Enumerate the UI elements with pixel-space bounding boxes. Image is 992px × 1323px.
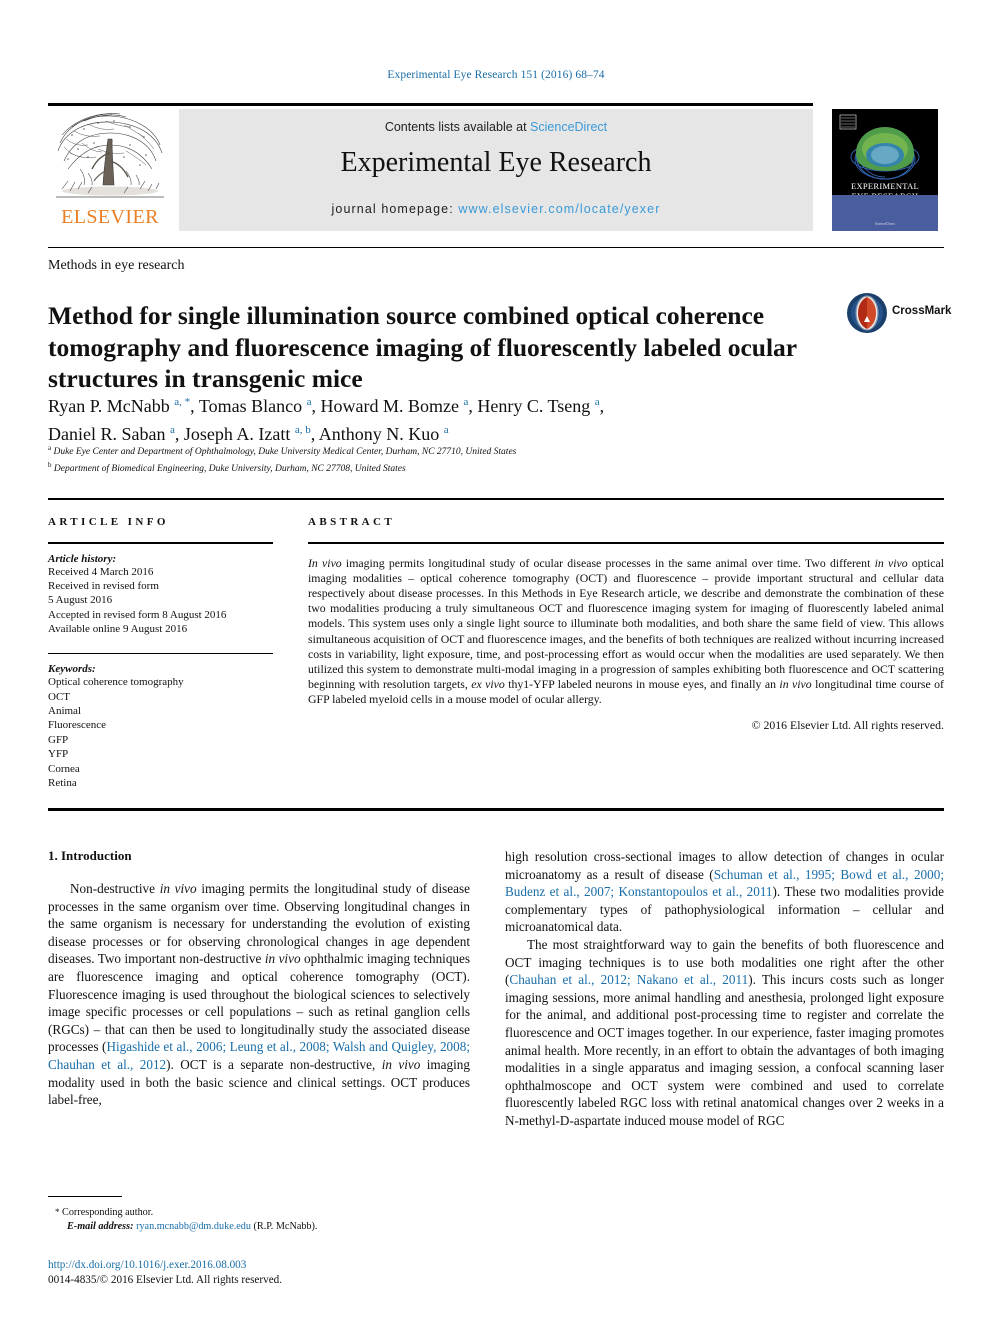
affiliation-b: b Department of Biomedical Engineering, … xyxy=(48,461,406,475)
info-block-bottom-rule xyxy=(48,808,944,811)
keywords-label: Keywords: xyxy=(48,663,96,676)
keyword-item: Animal xyxy=(48,705,81,718)
abstract-column: ABSTRACT In vivo imaging permits longitu… xyxy=(308,516,944,733)
body-column-right: high resolution cross-sectional images t… xyxy=(505,848,944,1130)
journal-masthead: ELSEVIER Contents lists available at Sci… xyxy=(48,103,944,231)
masthead-top-rule xyxy=(48,103,813,106)
abstract-heading: ABSTRACT xyxy=(308,516,396,528)
cover-publisher-text: ScienceDirect xyxy=(874,222,896,226)
corresponding-author-line: * Corresponding author. xyxy=(55,1205,475,1220)
author-list: Ryan P. McNabb a, *, Tomas Blanco a, How… xyxy=(48,390,838,446)
footnote-block: * Corresponding author. E-mail address: … xyxy=(55,1205,475,1234)
keywords-rule xyxy=(48,652,273,655)
running-head: Experimental Eye Research 151 (2016) 68–… xyxy=(387,69,605,81)
sciencedirect-link[interactable]: ScienceDirect xyxy=(530,120,607,134)
affiliation-a-text: Duke Eye Center and Department of Ophtha… xyxy=(53,447,517,458)
history-item: Received 4 March 2016 xyxy=(48,565,154,578)
info-block-top-rule xyxy=(48,498,944,500)
cover-title-line1: EXPERIMENTAL xyxy=(850,181,920,191)
intro-paragraph-right-2: The most straightforward way to gain the… xyxy=(505,936,944,1128)
doi-link[interactable]: http://dx.doi.org/10.1016/j.exer.2016.08… xyxy=(48,1258,488,1273)
author-line-1: Ryan P. McNabb a, *, Tomas Blanco a, How… xyxy=(48,396,605,416)
corresponding-author-marker: * xyxy=(55,1207,60,1217)
issn-copyright-line: 0014-4835/© 2016 Elsevier Ltd. All right… xyxy=(48,1274,283,1286)
affiliations: a Duke Eye Center and Department of Opht… xyxy=(48,442,838,476)
page-title: Method for single illumination source co… xyxy=(48,301,797,394)
affiliation-a: a Duke Eye Center and Department of Opht… xyxy=(48,444,517,458)
doi-block: http://dx.doi.org/10.1016/j.exer.2016.08… xyxy=(48,1258,488,1288)
abstract-rule xyxy=(308,542,944,544)
article-info-column: ARTICLE INFO Article history: Received 4… xyxy=(48,516,273,790)
keyword-item: Optical coherence tomography xyxy=(48,676,184,689)
elsevier-logo: ELSEVIER xyxy=(50,109,170,231)
title-top-rule xyxy=(48,247,944,248)
crossmark-icon xyxy=(847,293,887,333)
article-info-heading: ARTICLE INFO xyxy=(48,516,169,528)
cover-bottom-band: ScienceDirect xyxy=(832,195,938,231)
email-line: E-mail address: ryan.mcnabb@dm.duke.edu … xyxy=(55,1220,475,1234)
abstract-copyright: © 2016 Elsevier Ltd. All rights reserved… xyxy=(751,717,944,732)
history-item: Accepted in revised form 8 August 2016 xyxy=(48,608,227,621)
journal-cover-thumbnail[interactable]: EXPERIMENTAL EYE RESEARCH ScienceDirect xyxy=(832,109,938,231)
introduction-heading: 1. Introduction xyxy=(48,848,132,863)
elsevier-wordmark: ELSEVIER xyxy=(61,206,159,228)
intro-paragraph-left: Non-destructive in vivo imaging permits … xyxy=(48,881,471,1108)
contents-prefix: Contents lists available at xyxy=(384,120,531,134)
affiliation-b-text: Department of Biomedical Engineering, Du… xyxy=(53,464,406,475)
keyword-item: Cornea xyxy=(48,762,80,775)
history-item: Available online 9 August 2016 xyxy=(48,623,188,636)
keyword-item: OCT xyxy=(48,690,70,703)
homepage-prefix: journal homepage: xyxy=(331,202,459,216)
elsevier-tree-icon xyxy=(54,109,166,205)
corresponding-author-label: Corresponding author. xyxy=(62,1207,154,1218)
article-history-label: Article history: xyxy=(48,552,117,565)
history-item: Received in revised form xyxy=(48,580,159,592)
article-info-rule xyxy=(48,542,273,544)
keyword-item: YFP xyxy=(48,748,69,761)
journal-homepage-line: journal homepage: www.elsevier.com/locat… xyxy=(179,202,813,216)
keyword-item: GFP xyxy=(48,733,69,746)
section-type-label: Methods in eye research xyxy=(48,258,185,273)
contents-available-line: Contents lists available at ScienceDirec… xyxy=(179,120,813,134)
email-label: E-mail address: xyxy=(67,1221,134,1232)
email-suffix: (R.P. McNabb). xyxy=(253,1221,318,1232)
intro-paragraph-right-1: high resolution cross-sectional images t… xyxy=(505,849,945,935)
homepage-url-link[interactable]: www.elsevier.com/locate/yexer xyxy=(458,202,660,216)
crossmark-badge[interactable]: CrossMark xyxy=(846,292,951,336)
keyword-item: Fluorescence xyxy=(48,719,107,732)
keywords-block: Keywords: Optical coherence tomography O… xyxy=(48,663,273,790)
masthead-band: Contents lists available at ScienceDirec… xyxy=(179,109,813,231)
body-column-left: 1. Introduction Non-destructive in vivo … xyxy=(48,848,470,1109)
abstract-body: In vivo imaging permits longitudinal stu… xyxy=(308,555,944,707)
article-history-block: Article history: Received 4 March 2016 R… xyxy=(48,553,273,637)
email-link[interactable]: ryan.mcnabb@dm.duke.edu xyxy=(136,1221,251,1232)
keyword-item: Retina xyxy=(48,777,77,790)
footnote-rule xyxy=(48,1196,122,1198)
paper-page: Experimental Eye Research 151 (2016) 68–… xyxy=(0,0,992,1323)
crossmark-label: CrossMark xyxy=(892,305,952,317)
journal-title: Experimental Eye Research xyxy=(340,147,652,178)
history-item: 5 August 2016 xyxy=(48,594,113,607)
